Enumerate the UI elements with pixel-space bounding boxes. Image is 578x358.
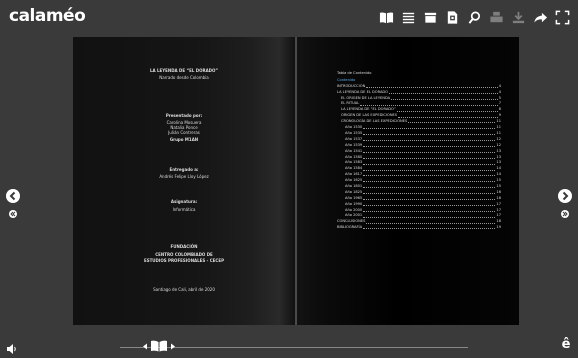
toc-dot-leader xyxy=(398,113,498,118)
chevron-right-icon xyxy=(562,191,569,201)
calameo-logo[interactable]: calaméo xyxy=(9,6,86,26)
group-label: Grupo M1AN xyxy=(169,137,199,142)
toc-dot-leader xyxy=(363,172,496,177)
toc-list: INTRODUCCIÓN 4 LA LEYENDA DE EL DORADO 4 EL … xyxy=(337,84,501,231)
delivered-label: Entregado a: xyxy=(169,167,199,172)
toc-dot-leader xyxy=(363,202,496,206)
last-page-button[interactable] xyxy=(561,210,569,218)
toc-dot-leader xyxy=(363,166,496,171)
institution-name-2: ESTUDIOS PROFESIONALES - CECEP xyxy=(143,258,225,263)
city-date: Santiago de Cali, abril de 2020 xyxy=(153,287,215,292)
subject-label: Asignatura: xyxy=(170,199,198,204)
chevron-left-icon xyxy=(9,191,16,201)
author-3: Julián Contreras xyxy=(168,130,200,135)
toc-dot-leader xyxy=(363,196,496,201)
toc-dot-leader xyxy=(366,84,498,89)
toc-dot-leader xyxy=(408,119,496,124)
toc-entry-label: BIBLIOGRAFÍA xyxy=(337,225,363,230)
cover-title: LA LEYENDA DE “EL DORADO” xyxy=(149,68,219,73)
document-icon[interactable] xyxy=(445,10,460,25)
speaker-icon[interactable] xyxy=(6,340,18,354)
institution-label: FUNDACIÓN xyxy=(170,244,198,249)
toc-dot-leader xyxy=(396,107,498,112)
left-page[interactable]: LA LEYENDA DE “EL DORADO” Narrado desde … xyxy=(73,37,295,325)
toc-dot-leader xyxy=(360,101,498,106)
cover-subtitle: Narrado desde Colombia xyxy=(159,75,209,80)
toc-dot-leader xyxy=(391,96,498,100)
fullscreen-icon[interactable] xyxy=(555,10,570,25)
book-spread[interactable]: LA LEYENDA DE “EL DORADO” Narrado desde … xyxy=(73,37,519,325)
book-icon[interactable] xyxy=(379,10,394,25)
slider-book-icon xyxy=(151,340,167,352)
list-icon[interactable] xyxy=(401,10,416,25)
download-icon[interactable] xyxy=(511,10,526,25)
calameo-e-icon[interactable]: ê xyxy=(560,338,572,352)
toc-dot-leader xyxy=(389,90,498,94)
toc-dot-leader xyxy=(363,155,496,159)
double-chevron-right-icon xyxy=(562,211,568,217)
toc-entry-page: 19 xyxy=(496,225,501,230)
share-icon[interactable] xyxy=(533,10,548,25)
toc-dot-leader xyxy=(363,143,496,148)
toc-dot-leader xyxy=(363,190,496,195)
bottom-bar: ê xyxy=(0,334,578,358)
double-chevron-left-icon xyxy=(10,211,16,217)
toc-dot-leader xyxy=(363,137,496,142)
slider-right-arrow-icon[interactable] xyxy=(170,343,176,350)
toc-dot-leader xyxy=(363,184,496,189)
institution-name: CENTRO COLOMBIADO DE xyxy=(155,252,213,257)
toc-dot-leader xyxy=(363,225,496,230)
teacher-name: Andrés Felipe Lloy López xyxy=(159,174,209,179)
print-icon[interactable] xyxy=(489,10,504,25)
table-of-contents: Tabla de Contenido Contenido INTRODUCCIÓ… xyxy=(337,71,501,231)
toc-dot-leader xyxy=(363,125,496,130)
toc-dot-leader xyxy=(363,178,496,183)
toc-dot-leader xyxy=(363,160,496,165)
folder-icon[interactable] xyxy=(423,10,438,25)
top-toolbar: calaméo xyxy=(0,0,578,34)
toc-entry[interactable]: BIBLIOGRAFÍA 19 xyxy=(337,225,501,231)
previous-page-button[interactable] xyxy=(6,189,20,203)
subject-name: Informática xyxy=(172,207,196,212)
next-page-button[interactable] xyxy=(558,189,572,203)
page-slider-thumb[interactable] xyxy=(142,340,176,352)
toc-dot-leader xyxy=(363,149,496,153)
search-icon[interactable] xyxy=(467,10,482,25)
toolbar-icons xyxy=(379,10,570,25)
toc-dot-leader xyxy=(363,131,496,136)
first-page-button[interactable] xyxy=(9,210,17,218)
toc-dot-leader xyxy=(366,219,496,224)
toc-title: Tabla de Contenido xyxy=(337,71,372,75)
right-page[interactable]: Tabla de Contenido Contenido INTRODUCCIÓ… xyxy=(297,37,519,325)
toc-dot-leader xyxy=(363,213,496,218)
slider-left-arrow-icon[interactable] xyxy=(142,343,148,350)
presented-by-label: Presentado por: xyxy=(165,113,203,118)
toc-dot-leader xyxy=(363,208,496,212)
